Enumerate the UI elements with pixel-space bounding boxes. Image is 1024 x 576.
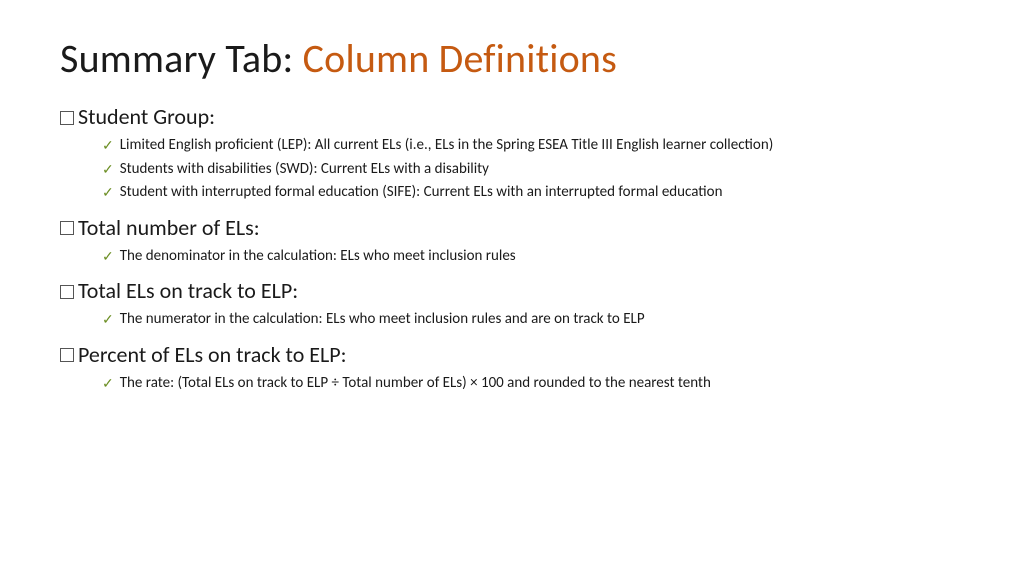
section-header: Total number of ELs:: [60, 214, 964, 241]
section-total-on-track: Total ELs on track to ELP: ✓ The numerat…: [60, 277, 964, 331]
check-icon: ✓: [102, 246, 114, 267]
sub-list: ✓ The denominator in the calculation: EL…: [60, 245, 964, 268]
list-item: ✓ Limited English proficient (LEP): All …: [102, 134, 964, 157]
list-item: ✓ The denominator in the calculation: EL…: [102, 245, 964, 268]
sub-list: ✓ The numerator in the calculation: ELs …: [60, 308, 964, 331]
square-bullet-icon: [60, 348, 74, 362]
list-item-text: The rate: (Total ELs on track to ELP ÷ T…: [120, 372, 711, 395]
square-bullet-icon: [60, 111, 74, 125]
sub-list: ✓ The rate: (Total ELs on track to ELP ÷…: [60, 372, 964, 395]
section-header: Percent of ELs on track to ELP:: [60, 341, 964, 368]
section-total-number: Total number of ELs: ✓ The denominator i…: [60, 214, 964, 268]
check-icon: ✓: [102, 373, 114, 394]
list-item: ✓ The rate: (Total ELs on track to ELP ÷…: [102, 372, 964, 395]
square-bullet-icon: [60, 285, 74, 299]
title-part-dark: Summary Tab:: [60, 34, 303, 83]
list-item-text: The numerator in the calculation: ELs wh…: [120, 308, 645, 331]
section-header-text: Student Group:: [78, 103, 215, 130]
section-header-text: Total ELs on track to ELP:: [78, 277, 298, 304]
check-icon: ✓: [102, 182, 114, 203]
slide-title: Summary Tab: Column Definitions: [60, 34, 964, 83]
list-item: ✓ Students with disabilities (SWD): Curr…: [102, 158, 964, 181]
list-item: ✓ Student with interrupted formal educat…: [102, 181, 964, 204]
check-icon: ✓: [102, 135, 114, 156]
section-header: Total ELs on track to ELP:: [60, 277, 964, 304]
list-item: ✓ The numerator in the calculation: ELs …: [102, 308, 964, 331]
check-icon: ✓: [102, 309, 114, 330]
title-part-orange: Column Definitions: [303, 34, 617, 83]
section-student-group: Student Group: ✓ Limited English profici…: [60, 103, 964, 204]
list-item-text: The denominator in the calculation: ELs …: [120, 245, 516, 268]
section-header-text: Total number of ELs:: [78, 214, 260, 241]
section-header: Student Group:: [60, 103, 964, 130]
square-bullet-icon: [60, 221, 74, 235]
section-header-text: Percent of ELs on track to ELP:: [78, 341, 347, 368]
sub-list: ✓ Limited English proficient (LEP): All …: [60, 134, 964, 204]
list-item-text: Students with disabilities (SWD): Curren…: [120, 158, 489, 181]
list-item-text: Limited English proficient (LEP): All cu…: [120, 134, 774, 157]
section-percent-on-track: Percent of ELs on track to ELP: ✓ The ra…: [60, 341, 964, 395]
check-icon: ✓: [102, 159, 114, 180]
list-item-text: Student with interrupted formal educatio…: [120, 181, 723, 204]
